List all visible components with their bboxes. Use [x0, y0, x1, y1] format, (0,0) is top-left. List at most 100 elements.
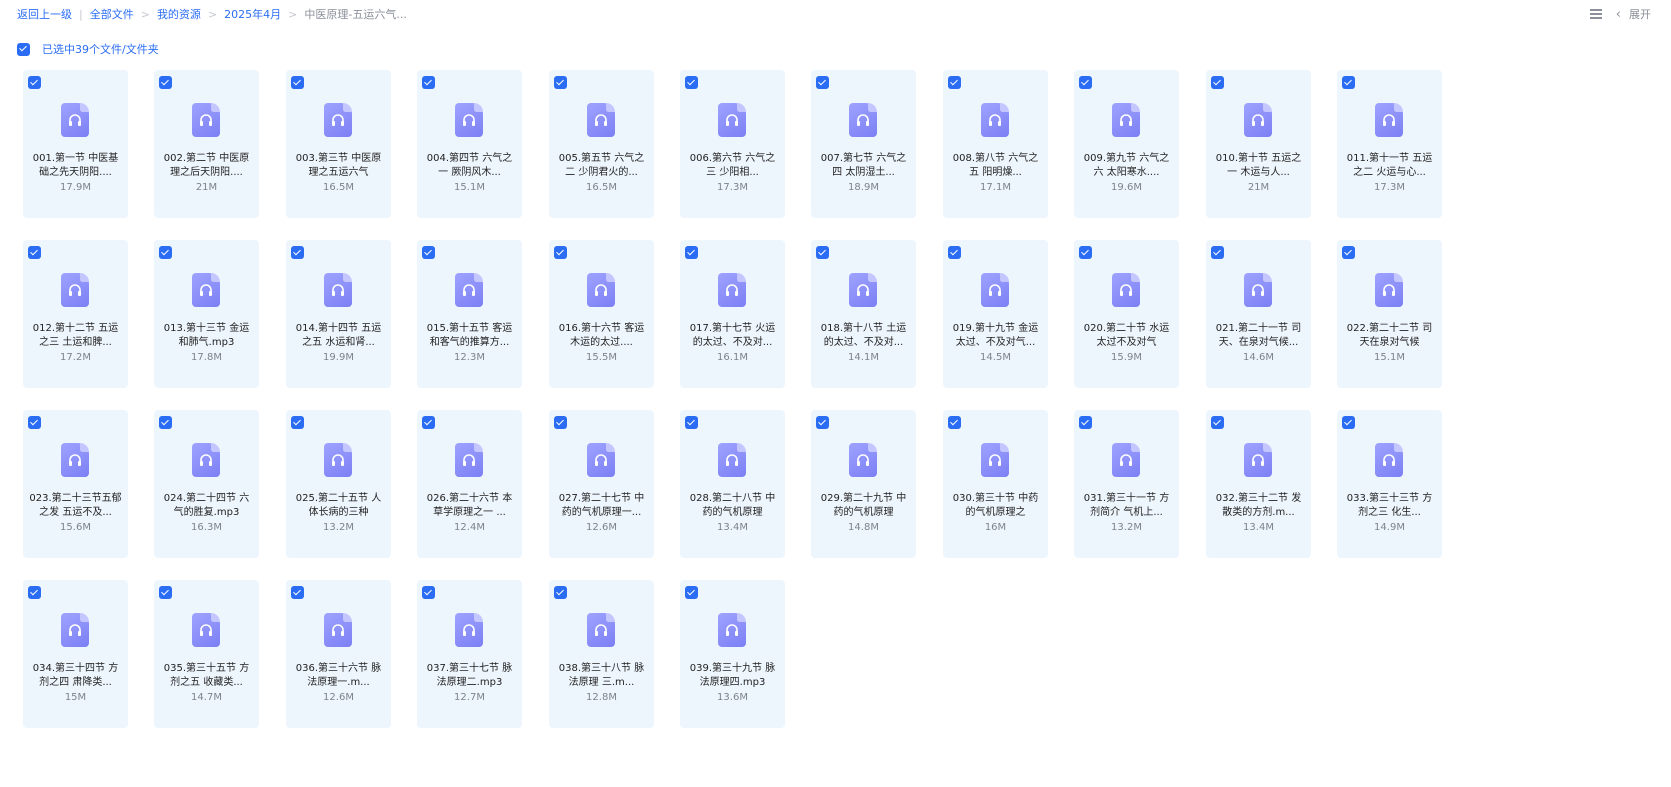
breadcrumb-current: 中医原理-五运六气... [304, 8, 407, 21]
file-checkbox[interactable] [816, 246, 829, 259]
file-card[interactable]: 010.第十节 五运之一 木运与人... 21M [1206, 70, 1311, 218]
file-card[interactable]: 038.第三十八节 脉法原理 三.m... 12.8M [549, 580, 654, 728]
file-checkbox[interactable] [1342, 416, 1355, 429]
breadcrumb-item-all-files[interactable]: 全部文件 [90, 6, 134, 22]
file-card[interactable]: 031.第三十一节 方剂简介 气机上... 13.2M [1074, 410, 1179, 558]
file-checkbox[interactable] [554, 586, 567, 599]
file-card[interactable]: 037.第三十七节 脉法原理二.mp3 12.7M [417, 580, 522, 728]
file-size: 13.6M [717, 692, 748, 703]
breadcrumb-divider: | [79, 7, 83, 21]
file-name: 024.第二十四节 六气的胜复.mp3 [163, 493, 250, 518]
file-name: 032.第三十二节 发散类的方剂.m... [1215, 493, 1302, 518]
file-checkbox[interactable] [28, 586, 41, 599]
file-card[interactable]: 002.第二节 中医原理之后天阴阳.... 21M [154, 70, 259, 218]
file-checkbox[interactable] [1211, 76, 1224, 89]
file-card[interactable]: 009.第九节 六气之六 太阳寒水.... 19.6M [1074, 70, 1179, 218]
file-size: 17.8M [191, 352, 222, 363]
file-card[interactable]: 017.第十七节 火运的太过、不及对... 16.1M [680, 240, 785, 388]
file-card[interactable]: 008.第八节 六气之五 阳明燥... 17.1M [943, 70, 1048, 218]
file-checkbox[interactable] [422, 416, 435, 429]
file-checkbox[interactable] [1079, 246, 1092, 259]
file-card[interactable]: 005.第五节 六气之二 少阴君火的... 16.5M [549, 70, 654, 218]
file-card[interactable]: 016.第十六节 客运 木运的太过.... 15.5M [549, 240, 654, 388]
file-size: 21M [195, 182, 218, 193]
list-view-icon[interactable] [1589, 9, 1602, 19]
file-size: 14.8M [848, 522, 879, 533]
file-card[interactable]: 003.第三节 中医原理之五运六气 16.5M [286, 70, 391, 218]
file-card[interactable]: 014.第十四节 五运之五 水运和肾... 19.9M [286, 240, 391, 388]
file-checkbox[interactable] [159, 586, 172, 599]
expand-button[interactable]: 展开 [1629, 6, 1651, 22]
file-checkbox[interactable] [291, 416, 304, 429]
file-card[interactable]: 013.第十三节 金运和肺气.mp3 17.8M [154, 240, 259, 388]
file-checkbox[interactable] [554, 416, 567, 429]
file-card[interactable]: 021.第二十一节 司天、在泉对气候... 14.6M [1206, 240, 1311, 388]
file-checkbox[interactable] [422, 76, 435, 89]
breadcrumb-item-month[interactable]: 2025年4月 [224, 6, 281, 22]
chevron-right-icon: > [288, 7, 298, 21]
file-card[interactable]: 035.第三十五节 方剂之五 收藏类... 14.7M [154, 580, 259, 728]
file-card[interactable]: 033.第三十三节 方剂之三 化生... 14.9M [1337, 410, 1442, 558]
file-checkbox[interactable] [28, 246, 41, 259]
back-link[interactable]: 返回上一级 [17, 6, 72, 22]
file-checkbox[interactable] [685, 586, 698, 599]
file-card[interactable]: 015.第十五节 客运和客气的推算方... 12.3M [417, 240, 522, 388]
file-card[interactable]: 029.第二十九节 中药的气机原理 14.8M [811, 410, 916, 558]
file-checkbox[interactable] [28, 76, 41, 89]
file-checkbox[interactable] [685, 416, 698, 429]
file-name: 004.第四节 六气之一 厥阴风木... [426, 153, 513, 178]
file-card[interactable]: 030.第三十节 中药的气机原理之 16M [943, 410, 1048, 558]
file-card[interactable]: 022.第二十二节 司天在泉对气候 15.1M [1337, 240, 1442, 388]
file-checkbox[interactable] [159, 416, 172, 429]
file-checkbox[interactable] [1211, 246, 1224, 259]
file-name: 014.第十四节 五运之五 水运和肾... [295, 323, 382, 348]
file-card[interactable]: 011.第十一节 五运之二 火运与心... 17.3M [1337, 70, 1442, 218]
chevron-left-icon[interactable]: ‹ [1616, 7, 1621, 22]
file-checkbox[interactable] [1079, 416, 1092, 429]
file-card[interactable]: 036.第三十六节 脉法原理一.m... 12.6M [286, 580, 391, 728]
file-checkbox[interactable] [422, 586, 435, 599]
file-checkbox[interactable] [554, 76, 567, 89]
file-checkbox[interactable] [159, 246, 172, 259]
file-checkbox[interactable] [554, 246, 567, 259]
file-card[interactable]: 024.第二十四节 六气的胜复.mp3 16.3M [154, 410, 259, 558]
file-checkbox[interactable] [948, 416, 961, 429]
file-card[interactable]: 004.第四节 六气之一 厥阴风木... 15.1M [417, 70, 522, 218]
file-checkbox[interactable] [948, 76, 961, 89]
file-card[interactable]: 026.第二十六节 本草学原理之一 ... 12.4M [417, 410, 522, 558]
file-card[interactable]: 028.第二十八节 中药的气机原理 13.4M [680, 410, 785, 558]
file-checkbox[interactable] [816, 416, 829, 429]
file-checkbox[interactable] [291, 76, 304, 89]
file-card[interactable]: 018.第十八节 土运的太过、不及对... 14.1M [811, 240, 916, 388]
file-name: 033.第三十三节 方剂之三 化生... [1346, 493, 1433, 518]
select-all-checkbox[interactable] [17, 42, 30, 56]
file-card[interactable]: 020.第二十节 水运太过不及对气 15.9M [1074, 240, 1179, 388]
file-checkbox[interactable] [1342, 246, 1355, 259]
file-card[interactable]: 007.第七节 六气之四 太阴湿土... 18.9M [811, 70, 916, 218]
breadcrumb-item-my-resources[interactable]: 我的资源 [157, 6, 201, 22]
file-card[interactable]: 039.第三十九节 脉法原理四.mp3 13.6M [680, 580, 785, 728]
audio-file-icon [587, 103, 615, 137]
file-card[interactable]: 001.第一节 中医基础之先天阴阳.... 17.9M [23, 70, 128, 218]
file-card[interactable]: 023.第二十三节五郁之发 五运不及... 15.6M [23, 410, 128, 558]
file-checkbox[interactable] [291, 246, 304, 259]
file-card[interactable]: 019.第十九节 金运太过、不及对气... 14.5M [943, 240, 1048, 388]
file-card[interactable]: 027.第二十七节 中药的气机原理一... 12.6M [549, 410, 654, 558]
file-checkbox[interactable] [685, 76, 698, 89]
file-card[interactable]: 006.第六节 六气之三 少阳相... 17.3M [680, 70, 785, 218]
file-checkbox[interactable] [1079, 76, 1092, 89]
file-checkbox[interactable] [159, 76, 172, 89]
file-card[interactable]: 032.第三十二节 发散类的方剂.m... 13.4M [1206, 410, 1311, 558]
file-checkbox[interactable] [422, 246, 435, 259]
file-card[interactable]: 034.第三十四节 方剂之四 肃降类... 15M [23, 580, 128, 728]
file-name: 023.第二十三节五郁之发 五运不及... [29, 493, 122, 518]
file-checkbox[interactable] [1211, 416, 1224, 429]
file-card[interactable]: 025.第二十五节 人体长病的三种 13.2M [286, 410, 391, 558]
file-card[interactable]: 012.第十二节 五运之三 土运和脾... 17.2M [23, 240, 128, 388]
file-checkbox[interactable] [291, 586, 304, 599]
file-checkbox[interactable] [816, 76, 829, 89]
file-checkbox[interactable] [948, 246, 961, 259]
file-checkbox[interactable] [1342, 76, 1355, 89]
file-checkbox[interactable] [685, 246, 698, 259]
file-checkbox[interactable] [28, 416, 41, 429]
